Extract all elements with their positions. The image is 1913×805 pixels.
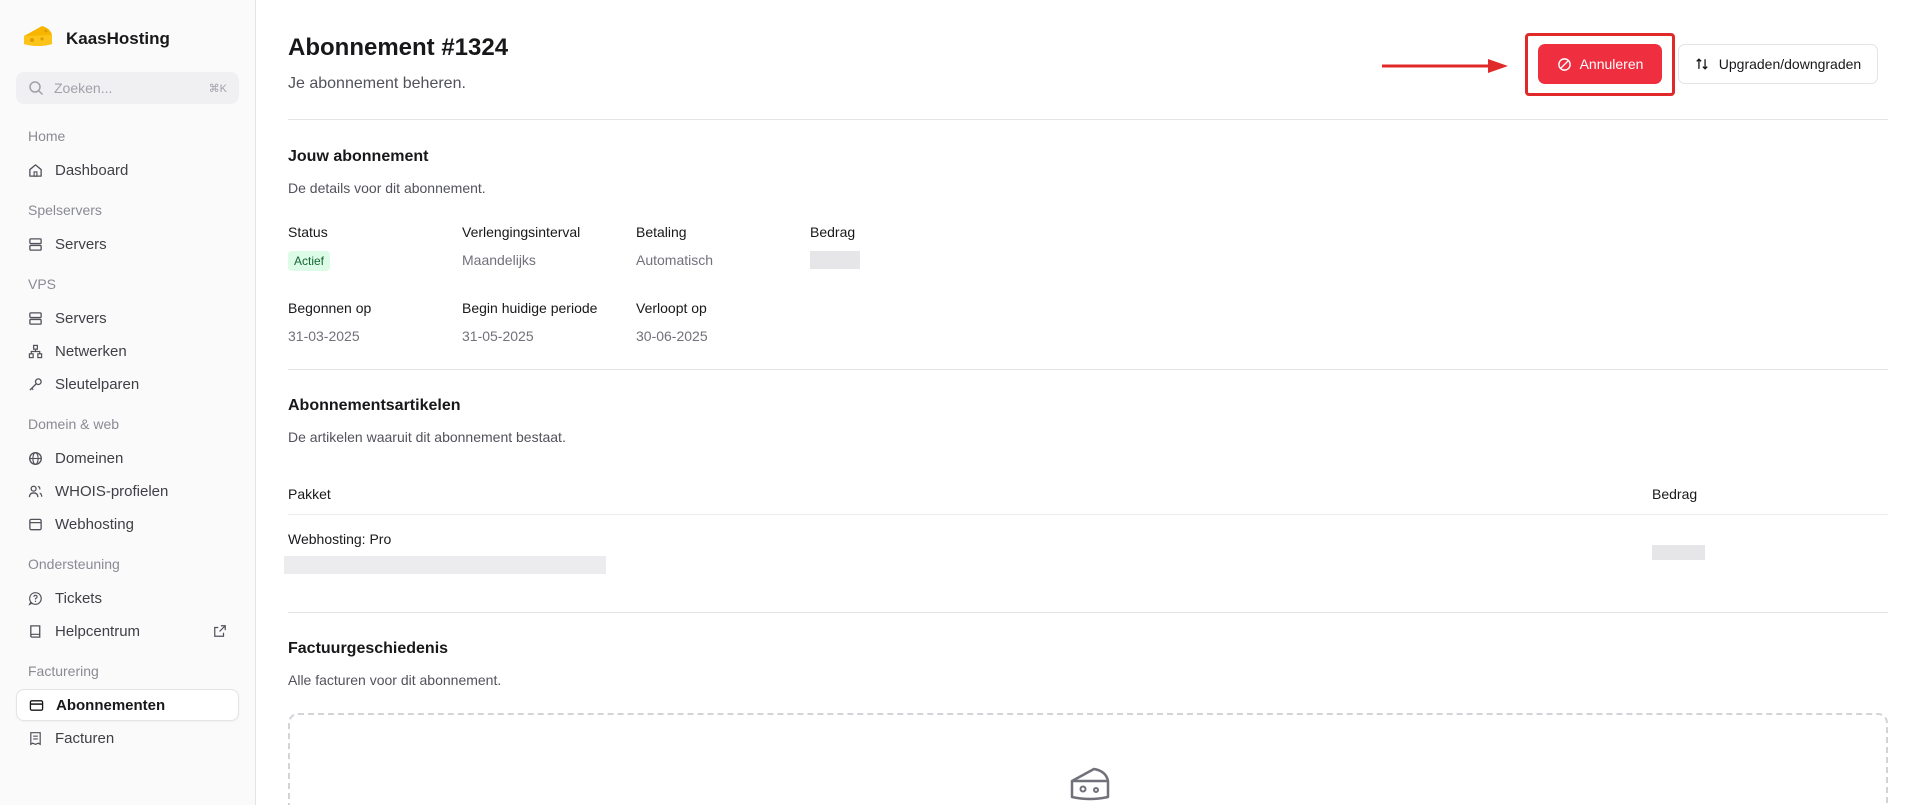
main-content: Abonnement #1324 Je abonnement beheren. … bbox=[284, 0, 1888, 805]
browser-icon bbox=[29, 518, 42, 530]
sidebar-nav: Home Dashboard Spelservers Servers VPS S… bbox=[16, 118, 239, 755]
users-icon bbox=[28, 485, 43, 497]
invoices-section-title: Factuurgeschiedenis bbox=[288, 640, 449, 657]
status-label: Status bbox=[288, 224, 328, 240]
sidebar-item-label: Servers bbox=[55, 309, 107, 327]
sidebar-item-label: Netwerken bbox=[55, 342, 127, 360]
sidebar-item-tickets[interactable]: Tickets bbox=[16, 582, 239, 614]
item-description-redacted bbox=[284, 556, 606, 574]
external-link-icon bbox=[214, 625, 226, 637]
server-icon bbox=[29, 237, 42, 251]
nav-section-domein-web: Domein & web bbox=[28, 416, 120, 432]
sidebar-item-label: WHOIS-profielen bbox=[55, 482, 169, 500]
sidebar-item-label: Dashboard bbox=[55, 161, 129, 179]
cheese-icon bbox=[1070, 767, 1110, 801]
nav-section-home: Home bbox=[28, 128, 66, 144]
invoices-section-subtitle: Alle facturen voor dit abonnement. bbox=[288, 672, 502, 688]
sidebar-item-label: Sleutelparen bbox=[55, 375, 140, 393]
sidebar-item-domeinen[interactable]: Domeinen bbox=[16, 442, 239, 474]
home-icon bbox=[29, 163, 42, 177]
started-label: Begonnen op bbox=[288, 300, 372, 316]
items-section-title: Abonnementsartikelen bbox=[288, 397, 461, 414]
search-icon bbox=[29, 81, 44, 96]
amount-label: Bedrag bbox=[810, 224, 856, 240]
subscription-section-subtitle: De details voor dit abonnement. bbox=[288, 180, 486, 196]
server-icon bbox=[29, 311, 42, 325]
sidebar-item-facturen[interactable]: Facturen bbox=[16, 722, 239, 754]
nav-section-spelservers: Spelservers bbox=[28, 202, 102, 218]
sidebar-item-dashboard[interactable]: Dashboard bbox=[16, 154, 239, 186]
nav-section-ondersteuning: Ondersteuning bbox=[28, 556, 120, 572]
cancel-button[interactable]: Annuleren bbox=[1538, 44, 1662, 84]
globe-icon bbox=[29, 451, 42, 465]
sidebar-item-sleutelparen[interactable]: Sleutelparen bbox=[16, 368, 239, 400]
item-name: Webhosting: Pro bbox=[288, 531, 392, 547]
cancel-button-label: Annuleren bbox=[1579, 56, 1644, 72]
sidebar-item-webhosting[interactable]: Webhosting bbox=[16, 508, 239, 540]
sidebar-item-label: Abonnementen bbox=[56, 696, 166, 714]
brand-name: KaasHosting bbox=[66, 28, 170, 48]
divider bbox=[288, 612, 1888, 613]
search-placeholder: Zoeken... bbox=[54, 80, 113, 96]
payment-value: Automatisch bbox=[636, 252, 714, 268]
interval-value: Maandelijks bbox=[462, 252, 536, 268]
divider bbox=[288, 369, 1888, 370]
upgrade-downgrade-button[interactable]: Upgraden/downgraden bbox=[1678, 44, 1878, 84]
annotation-arrow-icon bbox=[1382, 59, 1508, 73]
column-header-amount: Bedrag bbox=[1652, 486, 1698, 502]
nav-section-vps: VPS bbox=[28, 276, 57, 292]
page-subtitle: Je abonnement beheren. bbox=[288, 75, 466, 92]
sidebar-item-label: Helpcentrum bbox=[55, 622, 141, 640]
expires-value: 30-06-2025 bbox=[636, 328, 708, 344]
sidebar-item-label: Domeinen bbox=[55, 449, 124, 467]
sidebar-item-vps-servers[interactable]: Servers bbox=[16, 302, 239, 334]
sidebar-item-label: Webhosting bbox=[55, 515, 134, 533]
item-amount-redacted bbox=[1652, 545, 1705, 560]
period-value: 31-05-2025 bbox=[462, 328, 534, 344]
sidebar-item-helpcentrum[interactable]: Helpcentrum bbox=[16, 615, 239, 647]
book-icon bbox=[30, 624, 41, 638]
sidebar-item-label: Facturen bbox=[55, 729, 115, 747]
sidebar-item-label: Servers bbox=[55, 235, 107, 253]
swap-arrows-icon bbox=[1696, 58, 1708, 70]
status-badge: Actief bbox=[288, 251, 331, 271]
divider bbox=[288, 119, 1888, 120]
expires-label: Verloopt op bbox=[636, 300, 707, 316]
upgrade-button-label: Upgraden/downgraden bbox=[1718, 56, 1862, 72]
amount-redacted bbox=[810, 251, 860, 269]
credit-card-icon bbox=[29, 699, 44, 711]
items-section-subtitle: De artikelen waaruit dit abonnement best… bbox=[288, 429, 566, 445]
network-icon bbox=[28, 344, 43, 358]
sidebar: KaasHosting Zoeken... ⌘K Home Dashboard … bbox=[0, 0, 256, 805]
search-shortcut: ⌘K bbox=[208, 82, 227, 95]
brand[interactable]: KaasHosting bbox=[22, 22, 170, 55]
nav-section-facturering: Facturering bbox=[28, 663, 99, 679]
sidebar-item-label: Tickets bbox=[55, 589, 102, 607]
column-header-package: Pakket bbox=[288, 486, 331, 502]
receipt-icon bbox=[30, 731, 41, 745]
table-header-divider bbox=[288, 514, 1888, 515]
search-input[interactable]: Zoeken... ⌘K bbox=[16, 72, 239, 104]
sidebar-item-whois-profielen[interactable]: WHOIS-profielen bbox=[16, 475, 239, 507]
page-title: Abonnement #1324 bbox=[288, 34, 509, 61]
key-icon bbox=[29, 377, 42, 391]
started-value: 31-03-2025 bbox=[288, 328, 360, 344]
payment-label: Betaling bbox=[636, 224, 687, 240]
ban-icon bbox=[1557, 57, 1571, 71]
sidebar-item-spelservers-servers[interactable]: Servers bbox=[16, 228, 239, 260]
cheese-icon bbox=[22, 22, 54, 55]
sidebar-item-abonnementen[interactable]: Abonnementen bbox=[16, 689, 239, 721]
period-label: Begin huidige periode bbox=[462, 300, 598, 316]
help-bubble-icon bbox=[28, 591, 42, 606]
subscription-section-title: Jouw abonnement bbox=[288, 148, 429, 165]
sidebar-item-netwerken[interactable]: Netwerken bbox=[16, 335, 239, 367]
interval-label: Verlengingsinterval bbox=[462, 224, 581, 240]
